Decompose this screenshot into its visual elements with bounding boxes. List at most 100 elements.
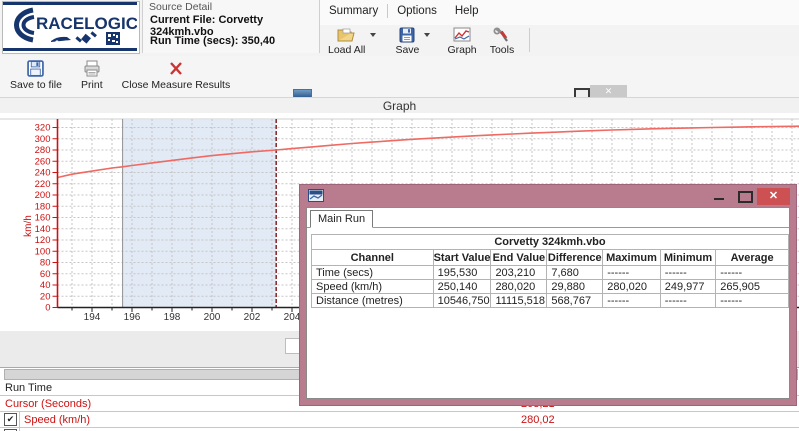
- logo-swoosh-inner: [24, 17, 35, 33]
- dialog-minimize-button[interactable]: [714, 198, 724, 200]
- results-table-cell: 29,880: [547, 280, 603, 294]
- load-all-dropdown-arrow[interactable]: [370, 33, 376, 37]
- dialog-close-button[interactable]: ✕: [757, 188, 790, 205]
- svg-text:220: 220: [35, 179, 51, 190]
- results-table-cell: 568,767: [547, 294, 603, 308]
- svg-text:280: 280: [35, 145, 51, 156]
- channel-label: Run Time: [5, 382, 52, 394]
- results-column-header: Channel: [312, 250, 434, 266]
- svg-text:80: 80: [40, 258, 51, 269]
- satellite-icon: [75, 31, 97, 43]
- svg-text:0: 0: [45, 303, 50, 314]
- close-measure-results-button[interactable]: Close Measure Results: [122, 59, 231, 91]
- dialog-titlebar[interactable]: ✕: [300, 185, 796, 207]
- menu-help[interactable]: Help: [446, 0, 488, 21]
- results-table-cell: ------: [603, 294, 661, 308]
- svg-text:180: 180: [35, 201, 51, 212]
- results-table-row: Speed (km/h)250,140280,02029,880280,0202…: [312, 280, 789, 294]
- results-column-header: Average: [716, 250, 789, 266]
- svg-text:320: 320: [35, 123, 51, 134]
- results-table-cell: 7,680: [547, 266, 603, 280]
- run-time-text: Run Time (secs): 350,40: [150, 35, 275, 47]
- save-button[interactable]: Save: [395, 26, 419, 56]
- checkbox-column-divider: [19, 412, 20, 427]
- results-table-cell: 11115,518: [491, 294, 547, 308]
- measure-results-dialog[interactable]: ✕ Main Run Corvetty 324kmh.vbo ChannelSt…: [300, 185, 796, 405]
- save-to-file-floppy-icon: [27, 59, 44, 78]
- results-table-cell: 280,020: [491, 280, 547, 294]
- menu-bar: SummaryOptionsHelp: [320, 0, 799, 26]
- svg-text:300: 300: [35, 134, 51, 145]
- car-icon: [51, 37, 71, 44]
- results-table-cell: 10546,750: [433, 294, 491, 308]
- results-column-header: Minimum: [660, 250, 715, 266]
- tools-button[interactable]: Tools: [490, 26, 515, 56]
- print-label: Print: [81, 79, 103, 91]
- open-folder-icon: [337, 26, 357, 43]
- svg-text:100: 100: [35, 246, 51, 257]
- logo-text: RACELOGIC: [36, 14, 137, 33]
- results-table-cell: 280,020: [603, 280, 661, 294]
- racelogic-logo-art: RACELOGIC: [3, 2, 137, 51]
- svg-text:202: 202: [244, 312, 261, 323]
- floppy-icon: [399, 26, 415, 43]
- dialog-content: Main Run Corvetty 324kmh.vbo ChannelStar…: [306, 207, 790, 399]
- printer-icon: [83, 59, 101, 78]
- racelogic-logo: RACELOGIC: [2, 1, 140, 54]
- results-column-header: End Value: [491, 250, 547, 266]
- source-detail-label: Source Detail: [149, 1, 212, 13]
- results-table-cell: 203,210: [491, 266, 547, 280]
- menu-options[interactable]: Options: [388, 0, 446, 21]
- load-all-button[interactable]: Load All: [328, 26, 365, 56]
- results-table-cell: 250,140: [433, 280, 491, 294]
- graph-label: Graph: [447, 44, 476, 56]
- results-table-cell: ------: [716, 294, 789, 308]
- results-table-cell: 249,977: [660, 280, 715, 294]
- svg-text:160: 160: [35, 213, 51, 224]
- results-table-cell: 265,905: [716, 280, 789, 294]
- dialog-maximize-button[interactable]: [738, 191, 753, 203]
- results-table-cell: 195,530: [433, 266, 491, 280]
- dialog-measure-icon: [308, 189, 324, 202]
- tab-main-run[interactable]: Main Run: [310, 210, 373, 228]
- results-column-header: Difference: [547, 250, 603, 266]
- close-x-icon: [168, 59, 184, 78]
- svg-text:120: 120: [35, 235, 51, 246]
- dialog-tabstrip: Main Run: [307, 208, 789, 228]
- channel-row[interactable]: ✔Speed (km/h)280,02: [0, 412, 799, 428]
- svg-text:260: 260: [35, 156, 51, 167]
- results-column-header: Start Value: [433, 250, 491, 266]
- save-to-file-button[interactable]: Save to file: [10, 59, 62, 91]
- svg-text:40: 40: [40, 280, 51, 291]
- graph-icon: [453, 26, 471, 43]
- toolbar-separator: [529, 28, 530, 52]
- load-all-label: Load All: [328, 44, 365, 56]
- results-table-row: Time (secs)195,530203,2107,680----------…: [312, 266, 789, 280]
- application-window: RACELOGIC Source Detail: [0, 0, 799, 431]
- svg-text:198: 198: [164, 312, 181, 323]
- results-table-cell: Speed (km/h): [312, 280, 434, 294]
- tools-label: Tools: [490, 44, 515, 56]
- svg-text:200: 200: [204, 312, 221, 323]
- channel-value: 280,02: [521, 414, 555, 426]
- menu-summary[interactable]: Summary: [320, 0, 387, 21]
- channel-label: Cursor (Seconds): [5, 398, 91, 410]
- top-header: RACELOGIC Source Detail: [0, 0, 799, 57]
- svg-text:20: 20: [40, 291, 51, 302]
- save-dropdown-arrow[interactable]: [424, 33, 430, 37]
- svg-text:204: 204: [284, 312, 301, 323]
- results-table-cell: ------: [603, 266, 661, 280]
- source-detail-group: Source Detail Current File: Corvetty 324…: [142, 0, 320, 53]
- channel-checkbox[interactable]: ✔: [4, 413, 17, 426]
- results-table: Corvetty 324kmh.vbo ChannelStart ValueEn…: [311, 234, 789, 308]
- results-table-cell: ------: [660, 294, 715, 308]
- hidden-window-close-button[interactable]: ✕: [590, 85, 627, 97]
- save-label: Save: [395, 44, 419, 56]
- graph-button[interactable]: Graph: [447, 26, 476, 56]
- results-column-header: Maximum: [603, 250, 661, 266]
- close-measure-results-label: Close Measure Results: [122, 79, 231, 91]
- graph-window-title: Graph: [0, 98, 799, 114]
- tools-icon: [493, 26, 510, 43]
- print-button[interactable]: Print: [81, 59, 103, 91]
- svg-text:196: 196: [124, 312, 141, 323]
